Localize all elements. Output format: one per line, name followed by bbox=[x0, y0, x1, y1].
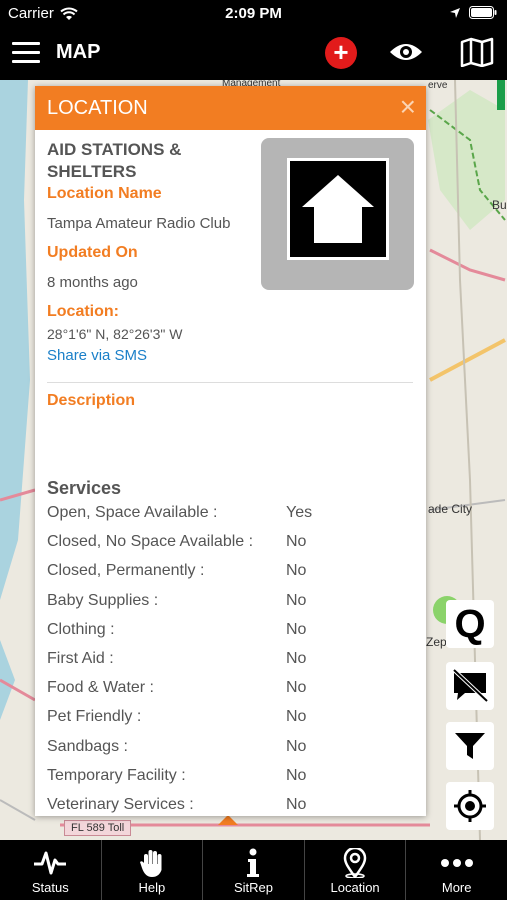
service-value: Yes bbox=[286, 504, 313, 521]
location-arrow-icon bbox=[450, 7, 460, 18]
location-name-label: Location Name bbox=[47, 185, 162, 202]
tab-status[interactable]: Status bbox=[0, 840, 102, 900]
service-row: Clothing : No bbox=[47, 621, 407, 643]
service-name: First Aid : bbox=[47, 650, 114, 667]
close-icon[interactable]: × bbox=[400, 93, 416, 121]
service-value: No bbox=[286, 650, 307, 667]
info-icon bbox=[203, 848, 304, 878]
service-value: No bbox=[286, 620, 307, 638]
pin-icon bbox=[305, 848, 406, 878]
service-value: No bbox=[286, 679, 307, 697]
service-name: Temporary Facility : bbox=[47, 766, 186, 784]
service-name: Clothing : bbox=[47, 620, 115, 638]
hide-comments-button[interactable] bbox=[446, 662, 494, 710]
service-value: No bbox=[286, 708, 307, 726]
service-name: Closed, No Space Available : bbox=[47, 533, 254, 551]
service-row: Food & Water : No bbox=[47, 679, 407, 701]
service-value: No bbox=[286, 796, 307, 813]
shelter-icon bbox=[287, 158, 389, 260]
tab-status-label: Status bbox=[31, 880, 69, 895]
dots-icon bbox=[406, 848, 507, 878]
tab-help-label: Help bbox=[138, 880, 166, 895]
service-value: No bbox=[286, 766, 307, 784]
service-name: Baby Supplies : bbox=[47, 591, 159, 609]
service-row: Closed, Permanently : No bbox=[47, 562, 407, 584]
card-title: LOCATION bbox=[47, 97, 148, 119]
service-value: No bbox=[286, 562, 307, 580]
battery-icon bbox=[469, 6, 497, 19]
quick-search-button[interactable]: Q bbox=[446, 600, 494, 648]
service-row: Temporary Facility : No bbox=[47, 767, 407, 789]
service-row: Open, Space Available : Yes bbox=[47, 504, 407, 526]
category-image bbox=[261, 138, 414, 290]
q-label: Q bbox=[454, 601, 486, 646]
crosshair-icon bbox=[454, 790, 486, 822]
service-name: Veterinary Services : bbox=[47, 796, 194, 813]
service-row: Closed, No Space Available : No bbox=[47, 533, 407, 555]
visibility-eye-icon[interactable] bbox=[388, 40, 424, 69]
map-label-city: ade City bbox=[428, 502, 473, 516]
service-row: Sandbags : No bbox=[47, 738, 407, 760]
tab-more-label: More bbox=[441, 880, 472, 895]
tab-help[interactable]: Help bbox=[102, 840, 204, 900]
card-header: LOCATION × bbox=[35, 86, 426, 130]
road-sign: FL 589 Toll bbox=[64, 820, 132, 836]
status-right bbox=[449, 6, 497, 19]
bottom-tab-bar: Status Help SitRep Location More bbox=[0, 840, 507, 900]
location-card: LOCATION × AID STATIONS & SHELTERS Locat… bbox=[35, 86, 426, 816]
pulse-icon bbox=[0, 848, 101, 878]
app-header: MAP + bbox=[0, 28, 507, 80]
service-name: Open, Space Available : bbox=[47, 504, 218, 521]
hand-icon bbox=[102, 848, 203, 878]
map-layers-icon[interactable] bbox=[460, 37, 494, 72]
tab-sitrep-label: SitRep bbox=[233, 880, 273, 895]
comment-off-icon bbox=[452, 669, 489, 703]
tab-location-label: Location bbox=[330, 880, 380, 895]
divider bbox=[47, 382, 413, 383]
service-row: Baby Supplies : No bbox=[47, 592, 407, 614]
description-label: Description bbox=[47, 392, 136, 409]
status-time: 2:09 PM bbox=[225, 5, 282, 22]
map-label-bu: Bu bbox=[492, 198, 507, 212]
menu-icon[interactable] bbox=[12, 42, 40, 64]
service-row: First Aid : No bbox=[47, 650, 407, 672]
status-bar: Carrier 2:09 PM bbox=[0, 0, 507, 28]
coordinates-label: Location: bbox=[47, 303, 119, 320]
filter-button[interactable] bbox=[446, 722, 494, 770]
map-label-zep: Zep bbox=[426, 635, 447, 649]
tab-sitrep[interactable]: SitRep bbox=[203, 840, 305, 900]
service-value: No bbox=[286, 737, 307, 755]
my-location-button[interactable] bbox=[446, 782, 494, 830]
service-value: No bbox=[286, 591, 307, 609]
service-row: Veterinary Services : No bbox=[47, 796, 407, 816]
service-name: Sandbags : bbox=[47, 737, 128, 755]
filter-icon bbox=[455, 733, 485, 759]
page-title: MAP bbox=[56, 41, 101, 63]
location-name-value: Tampa Amateur Radio Club bbox=[47, 215, 231, 232]
add-report-button[interactable]: + bbox=[325, 37, 357, 69]
service-name: Pet Friendly : bbox=[47, 708, 142, 726]
updated-label: Updated On bbox=[47, 244, 138, 261]
updated-value: 8 months ago bbox=[47, 274, 138, 291]
services-heading: Services bbox=[47, 478, 122, 498]
map-label-reserve: erve bbox=[428, 80, 448, 91]
service-value: No bbox=[286, 533, 307, 551]
service-name: Food & Water : bbox=[47, 679, 154, 697]
tab-more[interactable]: More bbox=[406, 840, 507, 900]
share-sms-link[interactable]: Share via SMS bbox=[47, 347, 147, 364]
tab-location[interactable]: Location bbox=[305, 840, 407, 900]
service-row: Pet Friendly : No bbox=[47, 708, 407, 730]
category-title: AID STATIONS & SHELTERS bbox=[47, 140, 182, 181]
coordinates-value: 28°1'6" N, 82°26'3" W bbox=[47, 326, 183, 342]
service-name: Closed, Permanently : bbox=[47, 562, 205, 580]
